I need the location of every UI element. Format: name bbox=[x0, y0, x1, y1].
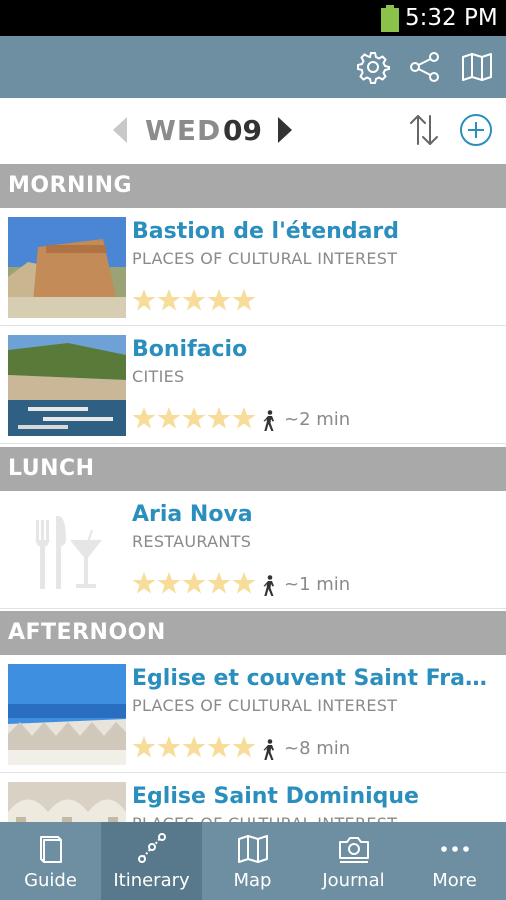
walking-icon bbox=[263, 739, 274, 760]
star-icon bbox=[232, 289, 256, 311]
nav-label: More bbox=[432, 870, 477, 891]
list-item[interactable]: Bastion de l'étendard PLACES OF CULTURAL… bbox=[0, 208, 506, 326]
section-header-lunch: LUNCH bbox=[0, 447, 506, 491]
place-title: Bastion de l'étendard bbox=[132, 219, 400, 244]
star-icon bbox=[232, 736, 256, 758]
walking-icon bbox=[263, 410, 274, 431]
star-icon bbox=[132, 572, 156, 594]
walk-time: ~1 min bbox=[284, 574, 351, 595]
camera-icon bbox=[337, 832, 371, 866]
nav-map[interactable]: Map bbox=[202, 822, 303, 900]
place-title: Bonifacio bbox=[132, 337, 248, 362]
share-icon[interactable] bbox=[408, 50, 442, 84]
gear-icon[interactable] bbox=[356, 50, 390, 84]
list-item[interactable]: Bonifacio CITIES ~2 min bbox=[0, 326, 506, 444]
nav-itinerary[interactable]: Itinerary bbox=[101, 822, 202, 900]
place-photo bbox=[8, 664, 126, 765]
place-title: Aria Nova bbox=[132, 502, 253, 527]
section-label: AFTERNOON bbox=[8, 620, 166, 645]
action-bar bbox=[0, 36, 506, 98]
battery-icon bbox=[381, 5, 399, 32]
map-icon bbox=[236, 832, 270, 866]
day-number: 09 bbox=[223, 114, 262, 147]
section-label: LUNCH bbox=[8, 456, 95, 481]
star-icon bbox=[157, 572, 181, 594]
star-icon bbox=[157, 407, 181, 429]
star-icon bbox=[182, 572, 206, 594]
status-time: 5:32 PM bbox=[405, 5, 498, 31]
star-icon bbox=[132, 407, 156, 429]
star-icon bbox=[207, 407, 231, 429]
star-icon bbox=[207, 289, 231, 311]
place-photo bbox=[8, 217, 126, 318]
list-item[interactable]: Eglise et couvent Saint François PLACES … bbox=[0, 655, 506, 773]
star-icon bbox=[182, 289, 206, 311]
nav-label: Itinerary bbox=[113, 870, 190, 891]
section-label: MORNING bbox=[8, 173, 133, 198]
route-icon bbox=[135, 832, 169, 866]
star-icon bbox=[207, 736, 231, 758]
map-icon[interactable] bbox=[460, 50, 494, 84]
star-icon bbox=[132, 736, 156, 758]
list-item[interactable]: Aria Nova RESTAURANTS ~1 min bbox=[0, 491, 506, 609]
nav-more[interactable]: More bbox=[404, 822, 506, 900]
rating-stars bbox=[132, 288, 257, 314]
bottom-navigation: Guide Itinerary Map Journal More bbox=[0, 822, 506, 900]
section-header-morning: MORNING bbox=[0, 164, 506, 208]
day-selector: WED 09 bbox=[0, 98, 506, 164]
place-photo bbox=[8, 335, 126, 436]
star-icon bbox=[132, 289, 156, 311]
nav-label: Map bbox=[233, 870, 272, 891]
sort-icon[interactable] bbox=[406, 112, 442, 148]
star-icon bbox=[232, 407, 256, 429]
status-bar: 5:32 PM bbox=[0, 0, 506, 36]
nav-journal[interactable]: Journal bbox=[303, 822, 404, 900]
nav-label: Guide bbox=[24, 870, 77, 891]
place-category: CITIES bbox=[132, 367, 185, 386]
book-icon bbox=[34, 832, 68, 866]
walk-time: ~2 min bbox=[284, 409, 351, 430]
star-icon bbox=[157, 289, 181, 311]
nav-label: Journal bbox=[322, 870, 385, 891]
day-name: WED bbox=[145, 114, 222, 147]
section-header-afternoon: AFTERNOON bbox=[0, 611, 506, 655]
star-icon bbox=[157, 736, 181, 758]
star-icon bbox=[207, 572, 231, 594]
place-title: Eglise et couvent Saint François bbox=[132, 666, 498, 691]
star-icon bbox=[182, 407, 206, 429]
rating-stars bbox=[132, 406, 257, 432]
place-category: RESTAURANTS bbox=[132, 532, 252, 551]
restaurant-placeholder-icon bbox=[8, 500, 126, 601]
place-category: PLACES OF CULTURAL INTEREST bbox=[132, 249, 398, 268]
rating-stars bbox=[132, 735, 257, 761]
place-title: Eglise Saint Dominique bbox=[132, 784, 419, 809]
walking-icon bbox=[263, 575, 274, 596]
star-icon bbox=[232, 572, 256, 594]
star-icon bbox=[182, 736, 206, 758]
rating-stars bbox=[132, 571, 257, 597]
nav-guide[interactable]: Guide bbox=[0, 822, 101, 900]
walk-time: ~8 min bbox=[284, 738, 351, 759]
add-icon[interactable] bbox=[458, 112, 494, 148]
more-icon bbox=[438, 832, 472, 866]
place-category: PLACES OF CULTURAL INTEREST bbox=[132, 696, 398, 715]
previous-day-button[interactable] bbox=[109, 115, 131, 145]
next-day-button[interactable] bbox=[274, 115, 296, 145]
